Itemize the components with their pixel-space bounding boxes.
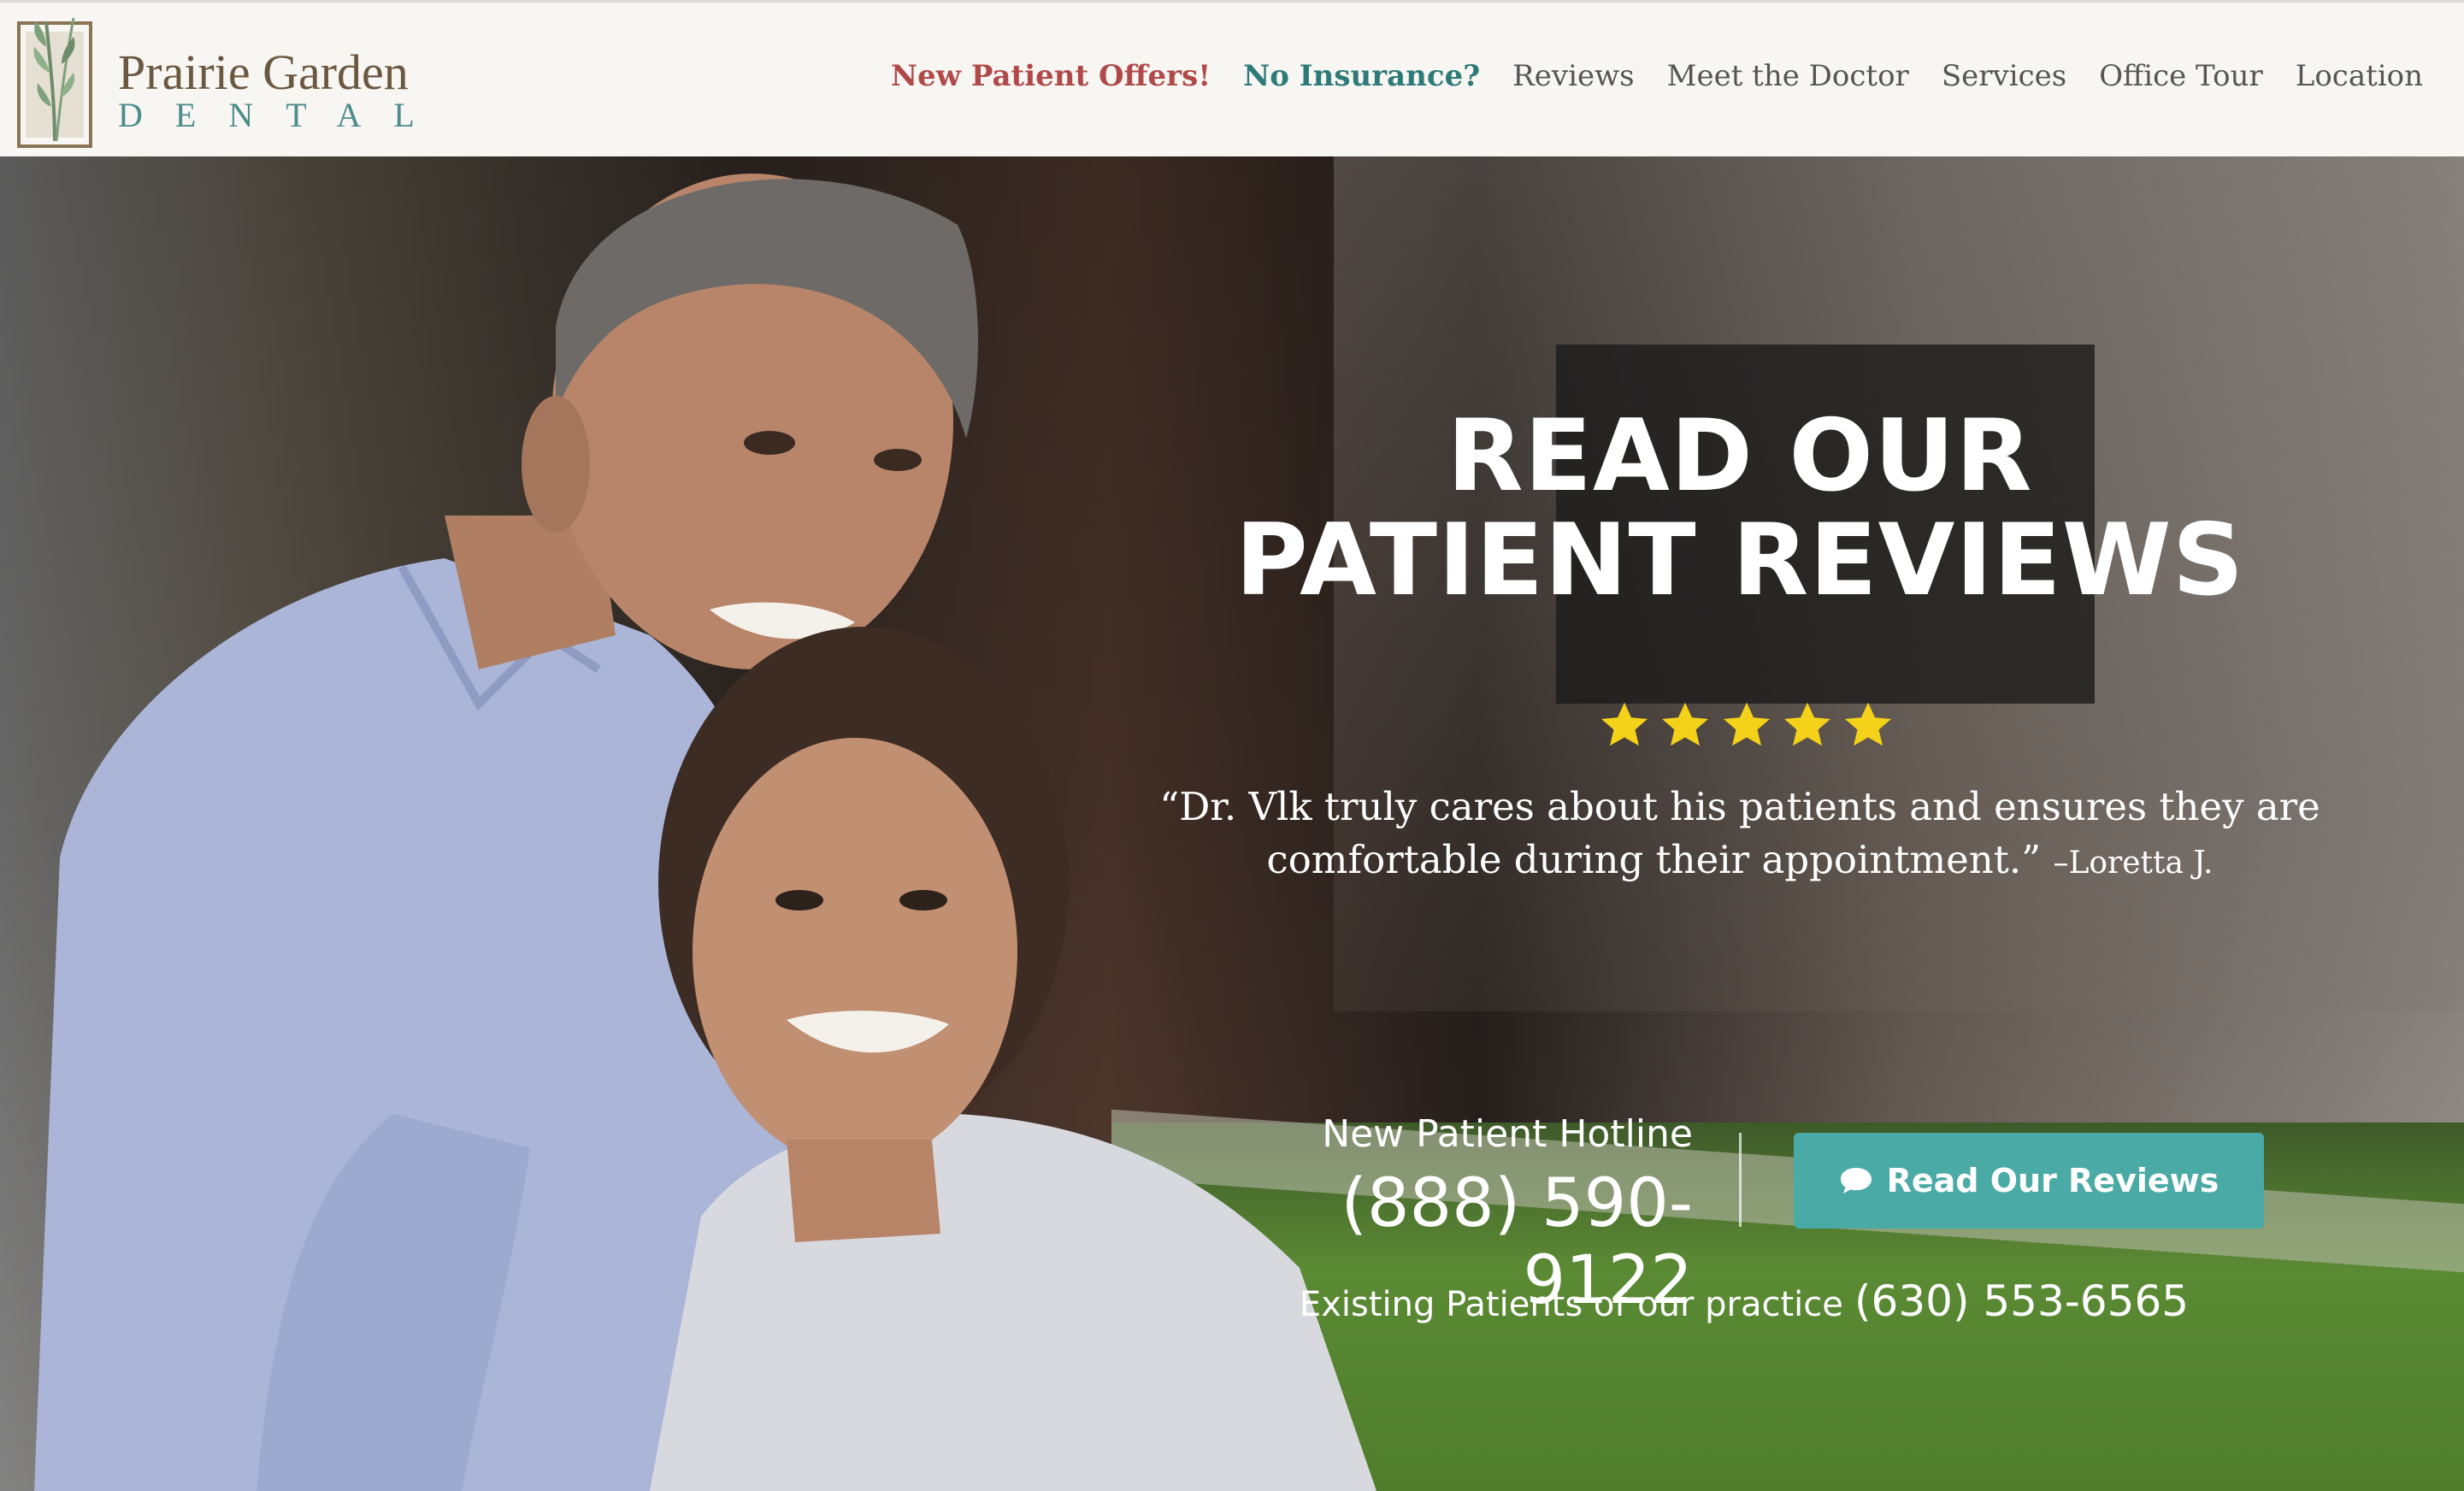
- star-icon: [1662, 702, 1709, 746]
- testimonial-author: –Loretta J.: [2053, 846, 2213, 881]
- logo-subtitle: DENTAL: [118, 96, 447, 134]
- existing-patients-line: Existing Patients of our practice (630) …: [1282, 1276, 2206, 1326]
- chat-bubble-icon: [1840, 1168, 1872, 1193]
- testimonial-quote: “Dr. Vlk truly cares about his patients …: [1146, 781, 2334, 890]
- nav-new-patient-offers[interactable]: New Patient Offers!: [891, 59, 1211, 93]
- read-reviews-button[interactable]: Read Our Reviews: [1794, 1133, 2264, 1229]
- nav-office-tour[interactable]: Office Tour: [2099, 59, 2263, 93]
- wheat-logo-icon: [17, 17, 92, 148]
- star-icon: [1601, 702, 1648, 746]
- hero-title: READ OUR PATIENT REVIEWS: [1137, 404, 2343, 613]
- site-header: Prairie Garden DENTAL New Patient Offers…: [0, 0, 2464, 156]
- logo-name: Prairie Garden: [118, 44, 409, 100]
- hero-title-line2: PATIENT REVIEWS: [1235, 503, 2245, 618]
- nav-location[interactable]: Location: [2296, 59, 2423, 93]
- site-logo[interactable]: Prairie Garden DENTAL: [17, 9, 419, 151]
- divider: [1739, 1133, 1742, 1227]
- hero-section: READ OUR PATIENT REVIEWS “Dr. Vlk truly …: [0, 156, 2464, 1491]
- star-icon: [1723, 702, 1770, 746]
- hero-title-line1: READ OUR: [1447, 398, 2033, 514]
- nav-no-insurance[interactable]: No Insurance?: [1243, 59, 1480, 93]
- five-star-rating: [1599, 699, 1894, 759]
- nav-reviews[interactable]: Reviews: [1512, 59, 1634, 93]
- hotline-label: New Patient Hotline: [1322, 1112, 1693, 1156]
- star-icon: [1783, 702, 1830, 746]
- nav-services[interactable]: Services: [1942, 59, 2066, 93]
- existing-patients-label: Existing Patients of our practice: [1299, 1285, 1843, 1324]
- read-reviews-button-label: Read Our Reviews: [1886, 1162, 2219, 1199]
- existing-patients-phone-link[interactable]: (630) 553-6565: [1854, 1276, 2189, 1326]
- star-icon: [1845, 702, 1891, 746]
- nav-meet-the-doctor[interactable]: Meet the Doctor: [1667, 59, 1909, 93]
- main-nav: New Patient Offers! No Insurance? Review…: [858, 59, 2423, 93]
